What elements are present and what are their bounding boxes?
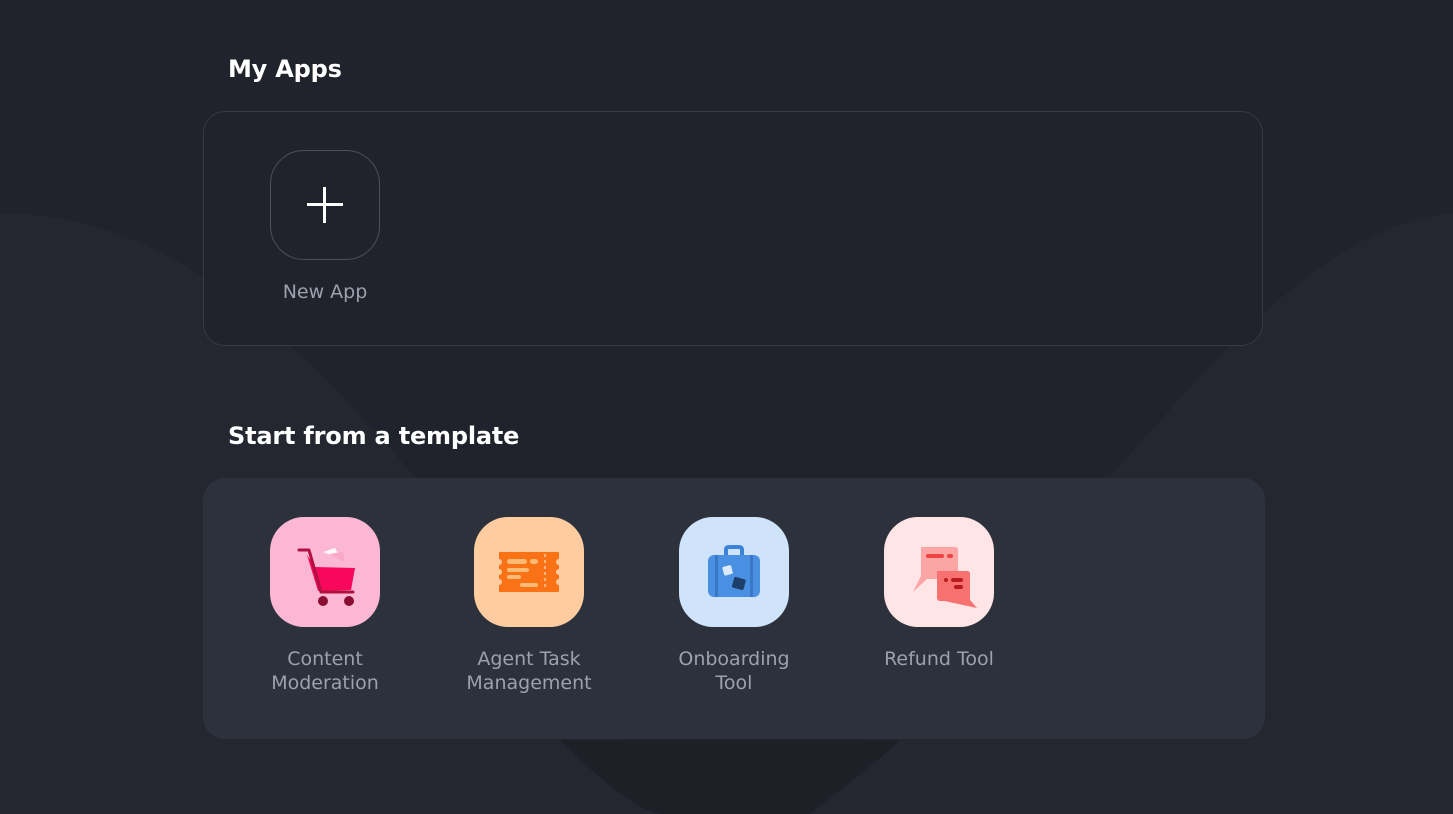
my-apps-panel: New App (203, 111, 1263, 346)
template-onboarding-tool[interactable]: Onboarding Tool (654, 517, 814, 695)
my-apps-title: My Apps (228, 55, 342, 83)
template-icon-button[interactable] (474, 517, 584, 627)
template-label: Onboarding Tool (678, 648, 790, 694)
template-icon-button[interactable] (679, 517, 789, 627)
template-agent-task-management[interactable]: Agent Task Management (449, 517, 609, 695)
shopping-cart-icon (297, 548, 355, 606)
new-app-tile[interactable]: New App (245, 150, 405, 304)
chat-bubbles-icon (913, 547, 977, 608)
template-icon-button[interactable] (884, 517, 994, 627)
templates-panel: Content Moderation Agent Task Management (203, 478, 1265, 739)
plus-icon (307, 187, 343, 223)
template-label: Content Moderation (271, 648, 379, 694)
template-label: Refund Tool (884, 648, 994, 670)
page: My Apps New App Start from a template Co… (0, 0, 1453, 814)
new-app-button[interactable] (270, 150, 380, 260)
suitcase-icon (708, 545, 760, 597)
template-refund-tool[interactable]: Refund Tool (859, 517, 1019, 671)
template-icon-button[interactable] (270, 517, 380, 627)
template-label: Agent Task Management (466, 648, 592, 694)
ticket-icon (499, 552, 559, 592)
template-content-moderation[interactable]: Content Moderation (245, 517, 405, 695)
templates-title: Start from a template (228, 422, 520, 450)
new-app-label: New App (282, 281, 368, 303)
